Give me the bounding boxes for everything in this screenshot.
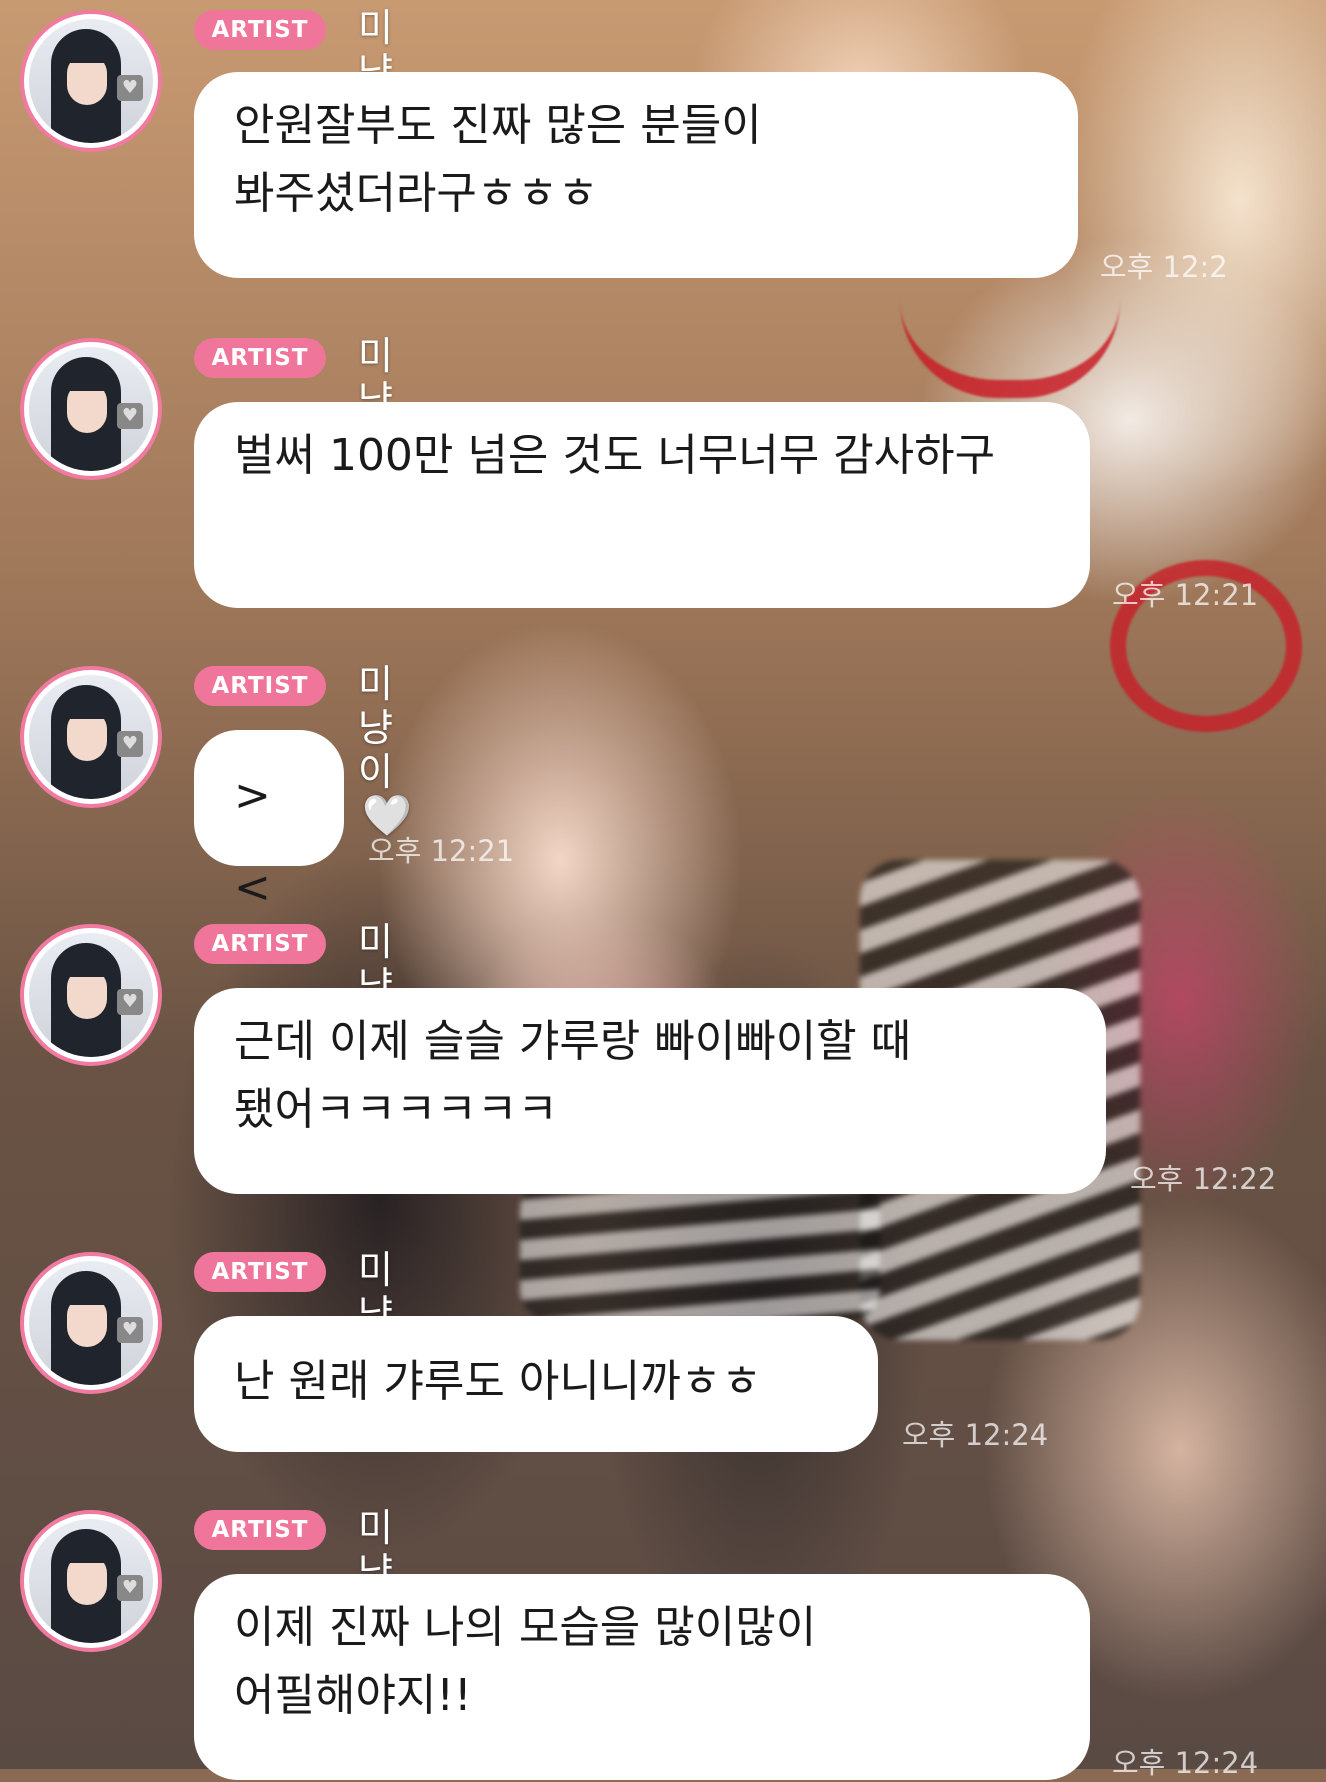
artist-badge: ARTIST (194, 1252, 326, 1292)
message-time: 오후 12:21 (1112, 578, 1259, 612)
artist-badge: ARTIST (194, 1510, 326, 1550)
avatar-photo: ♥ (29, 19, 153, 143)
message-bubble[interactable]: >< (194, 730, 344, 913)
artist-badge: ARTIST (194, 666, 326, 706)
message-bubble[interactable]: 벌써 100만 넘은 것도 너무너무 감사하구 (194, 402, 1090, 608)
username: 미냥이🤍 (358, 662, 412, 839)
message-time: 오후 12:24 (1112, 1746, 1259, 1780)
artist-badge: ARTIST (194, 338, 326, 378)
background-striped-shirt (520, 1180, 880, 1320)
avatar-photo: ♥ (29, 1261, 153, 1385)
message-time: 오후 12:2 (1100, 250, 1228, 284)
avatar-photo: ♥ (29, 1519, 153, 1643)
message-bubble[interactable]: 근데 이제 슬슬 갸루랑 빠이빠이할 때 됐어ㅋㅋㅋㅋㅋㅋ (194, 988, 1106, 1194)
avatar[interactable]: ♥ (20, 1510, 162, 1652)
avatar-photo: ♥ (29, 675, 153, 799)
avatar-photo: ♥ (29, 347, 153, 471)
avatar[interactable]: ♥ (20, 10, 162, 152)
message-time: 오후 12:24 (902, 1418, 1049, 1452)
background-shirt-collar (900, 300, 1120, 398)
message-time: 오후 12:21 (368, 834, 515, 868)
avatar[interactable]: ♥ (20, 338, 162, 480)
artist-badge: ARTIST (194, 10, 326, 50)
message-time: 오후 12:22 (1130, 1162, 1277, 1196)
message-bubble[interactable]: 이제 진짜 나의 모습을 많이많이 어필해야지!! (194, 1574, 1090, 1780)
message-bubble[interactable]: 안원잘부도 진짜 많은 분들이 봐주셨더라구ㅎㅎㅎ (194, 72, 1078, 278)
avatar[interactable]: ♥ (20, 666, 162, 808)
message-bubble[interactable]: 난 원래 갸루도 아니니까ㅎㅎ (194, 1316, 878, 1452)
avatar[interactable]: ♥ (20, 1252, 162, 1394)
avatar-photo: ♥ (29, 933, 153, 1057)
artist-badge: ARTIST (194, 924, 326, 964)
avatar[interactable]: ♥ (20, 924, 162, 1066)
